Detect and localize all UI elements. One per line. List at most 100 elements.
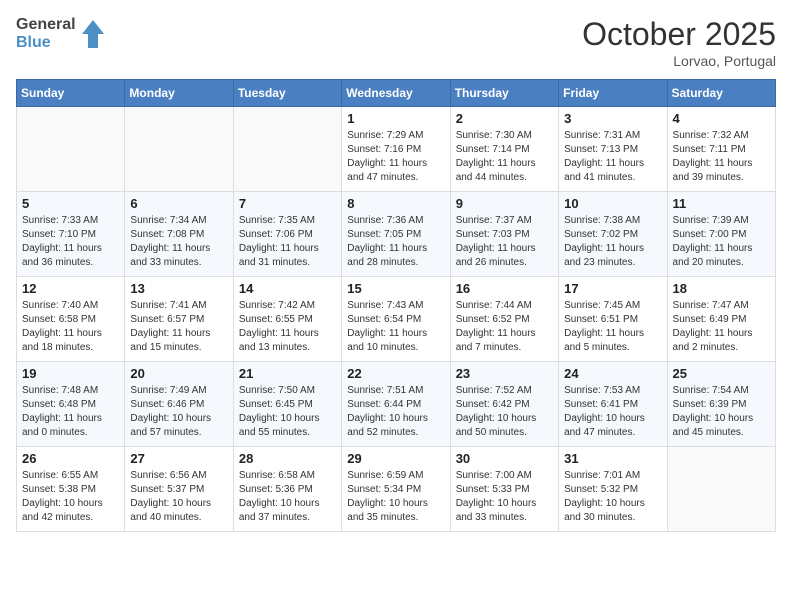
calendar-cell: 11 Sunrise: 7:39 AMSunset: 7:00 PMDayligh… <box>667 192 775 277</box>
day-number: 25 <box>673 366 770 381</box>
logo-blue-text: Blue <box>16 34 76 52</box>
day-number: 4 <box>673 111 770 126</box>
calendar-cell: 10Sunrise: 7:38 AMSunset: 7:02 PMDayligh… <box>559 192 667 277</box>
calendar-week-row: 26 Sunrise: 6:55 AMSunset: 5:38 PMDayligh… <box>17 447 776 532</box>
day-number: 29 <box>347 451 444 466</box>
day-number: 6 <box>130 196 227 211</box>
day-info: Sunrise: 7:30 AMSunset: 7:14 PMDaylight:… <box>456 129 553 185</box>
calendar-cell: 28Sunrise: 6:58 AMSunset: 5:36 PMDayligh… <box>233 447 341 532</box>
day-info: Sunrise: 6:56 AMSunset: 5:37 PMDaylight:… <box>130 469 227 525</box>
day-number: 22 <box>347 366 444 381</box>
calendar-week-row: 12 Sunrise: 7:40 AMSunset: 6:58 PMDayligh… <box>17 277 776 362</box>
calendar-cell: 5Sunrise: 7:33 AMSunset: 7:10 PMDaylight… <box>17 192 125 277</box>
calendar-header-row: SundayMondayTuesdayWednesdayThursdayFrid… <box>17 80 776 107</box>
calendar-cell: 21Sunrise: 7:50 AMSunset: 6:45 PMDayligh… <box>233 362 341 447</box>
day-info: Sunrise: 6:55 AMSunset: 5:38 PMDaylight:… <box>22 469 119 525</box>
calendar-cell: 9 Sunrise: 7:37 AMSunset: 7:03 PMDaylight… <box>450 192 558 277</box>
weekday-header: Friday <box>559 80 667 107</box>
day-info: Sunrise: 7:32 AMSunset: 7:11 PMDaylight:… <box>673 129 770 185</box>
day-info: Sunrise: 7:35 AMSunset: 7:06 PMDaylight:… <box>239 214 336 270</box>
day-number: 21 <box>239 366 336 381</box>
title-block: October 2025 Lorvao, Portugal <box>582 16 776 69</box>
day-number: 27 <box>130 451 227 466</box>
calendar-cell: 12 Sunrise: 7:40 AMSunset: 6:58 PMDayligh… <box>17 277 125 362</box>
day-number: 7 <box>239 196 336 211</box>
calendar-cell: 17 Sunrise: 7:45 AMSunset: 6:51 PMDayligh… <box>559 277 667 362</box>
calendar-cell: 6Sunrise: 7:34 AMSunset: 7:08 PMDaylight… <box>125 192 233 277</box>
day-info: Sunrise: 6:58 AMSunset: 5:36 PMDaylight:… <box>239 469 336 525</box>
calendar-cell <box>233 107 341 192</box>
calendar-cell: 30 Sunrise: 7:00 AMSunset: 5:33 PMDayligh… <box>450 447 558 532</box>
day-info: Sunrise: 6:59 AMSunset: 5:34 PMDaylight:… <box>347 469 444 525</box>
calendar-cell: 25Sunrise: 7:54 AMSunset: 6:39 PMDayligh… <box>667 362 775 447</box>
weekday-header: Monday <box>125 80 233 107</box>
day-info: Sunrise: 7:33 AMSunset: 7:10 PMDaylight:… <box>22 214 119 270</box>
day-number: 26 <box>22 451 119 466</box>
calendar-cell: 29 Sunrise: 6:59 AMSunset: 5:34 PMDayligh… <box>342 447 450 532</box>
day-number: 3 <box>564 111 661 126</box>
logo-general-text: General <box>16 16 76 34</box>
calendar-cell: 13 Sunrise: 7:41 AMSunset: 6:57 PMDayligh… <box>125 277 233 362</box>
location-subtitle: Lorvao, Portugal <box>582 53 776 69</box>
day-number: 12 <box>22 281 119 296</box>
day-number: 14 <box>239 281 336 296</box>
month-title: October 2025 <box>582 16 776 53</box>
day-info: Sunrise: 7:45 AMSunset: 6:51 PMDaylight:… <box>564 299 661 355</box>
day-info: Sunrise: 7:37 AMSunset: 7:03 PMDaylight:… <box>456 214 553 270</box>
day-number: 24 <box>564 366 661 381</box>
weekday-header: Sunday <box>17 80 125 107</box>
calendar-table: SundayMondayTuesdayWednesdayThursdayFrid… <box>16 79 776 532</box>
calendar-week-row: 1 Sunrise: 7:29 AMSunset: 7:16 PMDaylight… <box>17 107 776 192</box>
calendar-cell: 18 Sunrise: 7:47 AMSunset: 6:49 PMDayligh… <box>667 277 775 362</box>
calendar-cell: 23 Sunrise: 7:52 AMSunset: 6:42 PMDayligh… <box>450 362 558 447</box>
day-number: 23 <box>456 366 553 381</box>
calendar-week-row: 5Sunrise: 7:33 AMSunset: 7:10 PMDaylight… <box>17 192 776 277</box>
day-info: Sunrise: 7:42 AMSunset: 6:55 PMDaylight:… <box>239 299 336 355</box>
calendar-cell: 14 Sunrise: 7:42 AMSunset: 6:55 PMDayligh… <box>233 277 341 362</box>
weekday-header: Thursday <box>450 80 558 107</box>
logo-block: General Blue <box>16 16 104 53</box>
day-number: 19 <box>22 366 119 381</box>
calendar-cell: 2 Sunrise: 7:30 AMSunset: 7:14 PMDaylight… <box>450 107 558 192</box>
day-info: Sunrise: 7:01 AMSunset: 5:32 PMDaylight:… <box>564 469 661 525</box>
day-info: Sunrise: 7:36 AMSunset: 7:05 PMDaylight:… <box>347 214 444 270</box>
day-number: 1 <box>347 111 444 126</box>
day-number: 13 <box>130 281 227 296</box>
day-number: 30 <box>456 451 553 466</box>
day-number: 11 <box>673 196 770 211</box>
day-number: 16 <box>456 281 553 296</box>
calendar-cell: 31Sunrise: 7:01 AMSunset: 5:32 PMDayligh… <box>559 447 667 532</box>
weekday-header: Wednesday <box>342 80 450 107</box>
calendar-cell: 19Sunrise: 7:48 AMSunset: 6:48 PMDayligh… <box>17 362 125 447</box>
day-info: Sunrise: 7:39 AMSunset: 7:00 PMDaylight:… <box>673 214 770 270</box>
day-info: Sunrise: 7:52 AMSunset: 6:42 PMDaylight:… <box>456 384 553 440</box>
calendar-cell: 15Sunrise: 7:43 AMSunset: 6:54 PMDayligh… <box>342 277 450 362</box>
day-info: Sunrise: 7:53 AMSunset: 6:41 PMDaylight:… <box>564 384 661 440</box>
calendar-cell: 16Sunrise: 7:44 AMSunset: 6:52 PMDayligh… <box>450 277 558 362</box>
weekday-header: Saturday <box>667 80 775 107</box>
day-number: 17 <box>564 281 661 296</box>
calendar-cell: 8 Sunrise: 7:36 AMSunset: 7:05 PMDaylight… <box>342 192 450 277</box>
calendar-cell: 7 Sunrise: 7:35 AMSunset: 7:06 PMDaylight… <box>233 192 341 277</box>
day-number: 18 <box>673 281 770 296</box>
weekday-header: Tuesday <box>233 80 341 107</box>
day-info: Sunrise: 7:29 AMSunset: 7:16 PMDaylight:… <box>347 129 444 185</box>
day-info: Sunrise: 7:43 AMSunset: 6:54 PMDaylight:… <box>347 299 444 355</box>
calendar-cell: 26 Sunrise: 6:55 AMSunset: 5:38 PMDayligh… <box>17 447 125 532</box>
day-info: Sunrise: 7:51 AMSunset: 6:44 PMDaylight:… <box>347 384 444 440</box>
calendar-cell <box>667 447 775 532</box>
day-number: 8 <box>347 196 444 211</box>
day-info: Sunrise: 7:47 AMSunset: 6:49 PMDaylight:… <box>673 299 770 355</box>
day-number: 9 <box>456 196 553 211</box>
calendar-cell: 4 Sunrise: 7:32 AMSunset: 7:11 PMDaylight… <box>667 107 775 192</box>
calendar-cell <box>125 107 233 192</box>
day-number: 20 <box>130 366 227 381</box>
calendar-cell: 3Sunrise: 7:31 AMSunset: 7:13 PMDaylight… <box>559 107 667 192</box>
day-number: 2 <box>456 111 553 126</box>
day-info: Sunrise: 7:00 AMSunset: 5:33 PMDaylight:… <box>456 469 553 525</box>
day-info: Sunrise: 7:40 AMSunset: 6:58 PMDaylight:… <box>22 299 119 355</box>
calendar-cell: 20 Sunrise: 7:49 AMSunset: 6:46 PMDayligh… <box>125 362 233 447</box>
day-info: Sunrise: 7:41 AMSunset: 6:57 PMDaylight:… <box>130 299 227 355</box>
day-info: Sunrise: 7:49 AMSunset: 6:46 PMDaylight:… <box>130 384 227 440</box>
logo-arrow-icon <box>82 20 104 48</box>
